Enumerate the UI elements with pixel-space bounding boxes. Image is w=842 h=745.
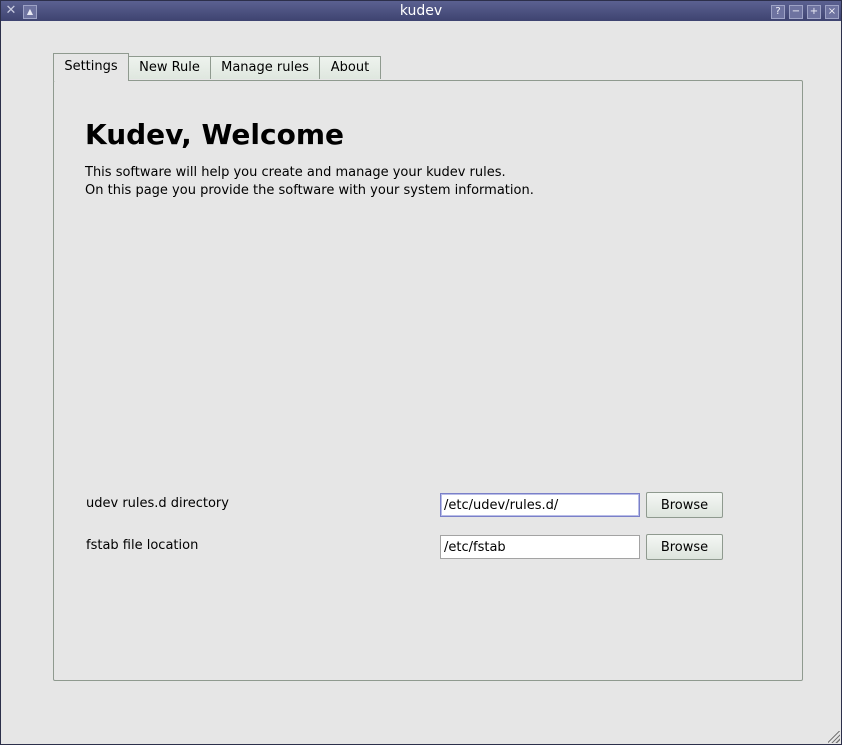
resize-grip-icon[interactable] (828, 731, 840, 743)
rules-dir-input[interactable] (440, 493, 640, 517)
description-line-1: This software will help you create and m… (85, 165, 506, 180)
description-line-2: On this page you provide the software wi… (85, 183, 534, 198)
tab-new-rule[interactable]: New Rule (128, 56, 211, 79)
tab-manage-rules[interactable]: Manage rules (210, 56, 320, 79)
window-title: kudev (399, 3, 443, 19)
close-button[interactable]: × (825, 5, 839, 19)
title-bar[interactable]: ✕ ▲ kudev ? − + × (1, 1, 841, 21)
minimize-button[interactable]: − (789, 5, 803, 19)
fstab-label: fstab file location (86, 538, 199, 553)
kudev-window: ✕ ▲ kudev ? − + × Settings New Rule Mana… (0, 0, 842, 745)
settings-panel: Kudev, Welcome This software will help y… (53, 80, 803, 681)
help-button[interactable]: ? (771, 5, 785, 19)
fstab-input[interactable] (440, 535, 640, 559)
fstab-browse-button[interactable]: Browse (646, 534, 723, 560)
page-title: Kudev, Welcome (85, 118, 344, 151)
tab-settings[interactable]: Settings (53, 53, 129, 81)
maximize-button[interactable]: + (807, 5, 821, 19)
tab-about[interactable]: About (319, 56, 381, 79)
rules-dir-browse-button[interactable]: Browse (646, 492, 723, 518)
rules-dir-label: udev rules.d directory (86, 496, 229, 511)
